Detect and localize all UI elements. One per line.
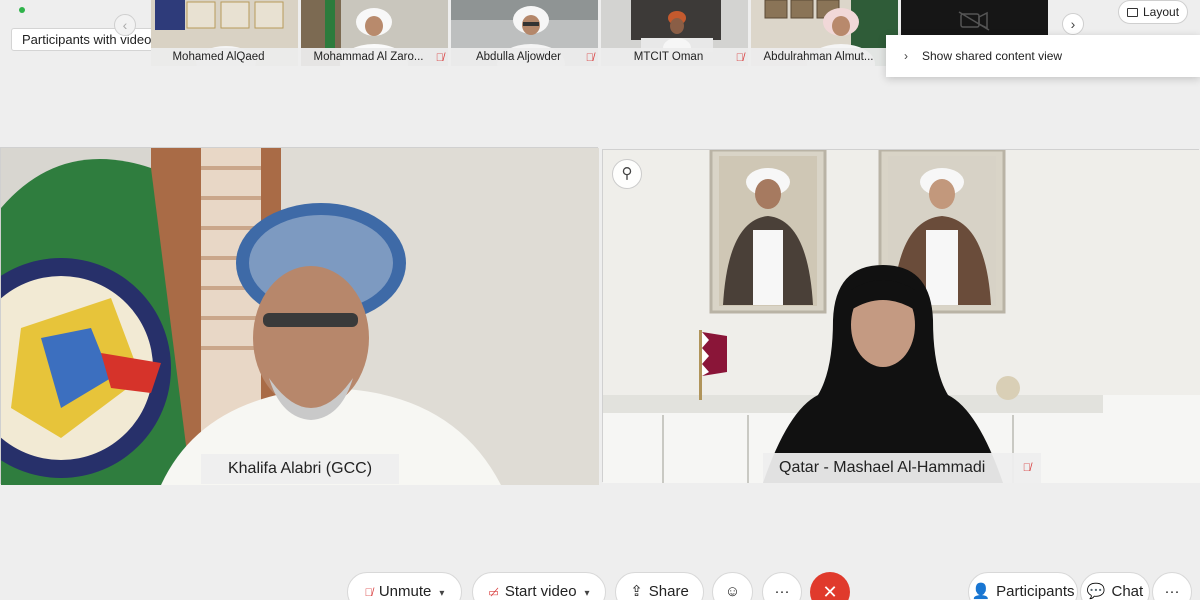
- layout-label: Layout: [1143, 5, 1180, 19]
- mic-off-icon: 🎙̸: [364, 587, 373, 599]
- layout-icon: [1127, 8, 1138, 17]
- participant-video-right: [603, 150, 1200, 483]
- chevron-right-icon: ›: [904, 49, 908, 63]
- pin-icon: ⚲: [621, 165, 633, 182]
- more-icon: ···: [1164, 583, 1180, 600]
- unmute-label: Unmute: [378, 583, 432, 600]
- thumbnail-name: Mohammad Al Zaro...: [301, 48, 448, 66]
- video-tile-right[interactable]: ⚲ Qatar - Mashael Al-Hammadi 🎙̸: [602, 149, 1200, 483]
- pin-button[interactable]: ⚲: [612, 159, 642, 189]
- start-video-button[interactable]: ▭̸ Start video ▾: [472, 572, 606, 600]
- chat-label: Chat: [1111, 583, 1144, 600]
- chevron-down-icon: ▾: [439, 588, 445, 599]
- tile-name-left: Khalifa Alabri (GCC): [201, 454, 399, 484]
- participants-icon: 👤: [971, 583, 991, 600]
- emoji-icon: ☺: [724, 583, 741, 600]
- shared-content-label: Show shared content view: [922, 49, 1063, 63]
- participant-video-left: [1, 148, 599, 485]
- mic-off-icon: 🎙̸: [585, 52, 594, 64]
- connection-status-dot: [19, 7, 25, 13]
- thumbnail-name: MTCIT Oman: [601, 48, 748, 66]
- chat-icon: 💬: [1086, 583, 1106, 600]
- more-icon: ···: [774, 583, 790, 600]
- chevron-down-icon: ▾: [584, 588, 590, 599]
- mic-off-icon: 🎙̸: [735, 52, 744, 64]
- participant-thumbnail[interactable]: Mohamed AlQaed: [151, 0, 298, 66]
- participants-label: Participants: [996, 583, 1075, 600]
- thumbnail-name: Abdulrahman Almut...: [751, 48, 898, 66]
- end-call-button[interactable]: ✕: [810, 572, 850, 600]
- layout-button[interactable]: Layout: [1118, 0, 1188, 24]
- participant-thumbnail[interactable]: Abdulrahman Almut... 🎙̸: [751, 0, 898, 66]
- tile-name-right-label: Qatar - Mashael Al-Hammadi: [779, 459, 986, 476]
- thumbnail-name: Mohamed AlQaed: [151, 48, 298, 66]
- video-off-icon: ▭̸: [488, 587, 499, 599]
- shared-content-popover[interactable]: › Show shared content view: [886, 35, 1200, 77]
- more-options-button[interactable]: ···: [762, 572, 802, 600]
- video-tile-left[interactable]: Khalifa Alabri (GCC): [0, 147, 599, 485]
- participant-thumbnail[interactable]: Mohammad Al Zaro... 🎙̸: [301, 0, 448, 66]
- chevron-right-icon: ›: [1070, 16, 1076, 32]
- mic-off-icon: 🎙̸: [435, 52, 444, 64]
- participant-thumbnail[interactable]: MTCIT Oman 🎙̸: [601, 0, 748, 66]
- reactions-button[interactable]: ☺: [712, 572, 753, 600]
- share-button[interactable]: ⇪ Share: [615, 572, 704, 600]
- participant-thumbnail[interactable]: Abdulla Aljowder 🎙̸: [451, 0, 598, 66]
- filmstrip-scroll-left-button[interactable]: ‹: [114, 14, 136, 36]
- share-label: Share: [648, 583, 689, 600]
- participants-button[interactable]: 👤 Participants: [968, 572, 1078, 600]
- thumbnail-name: Abdulla Aljowder: [451, 48, 598, 66]
- more-panels-button[interactable]: ···: [1152, 572, 1192, 600]
- mic-off-icon: 🎙̸: [1022, 462, 1031, 474]
- end-call-icon: ✕: [822, 582, 838, 600]
- share-icon: ⇪: [630, 583, 643, 600]
- start-video-label: Start video: [504, 583, 577, 600]
- chevron-left-icon: ‹: [122, 17, 128, 33]
- filmstrip-scroll-right-button[interactable]: ›: [1062, 13, 1084, 35]
- chat-button[interactable]: 💬 Chat: [1080, 572, 1150, 600]
- unmute-button[interactable]: 🎙̸ Unmute ▾: [347, 572, 462, 600]
- tile-name-right: Qatar - Mashael Al-Hammadi 🎙̸: [763, 453, 1041, 483]
